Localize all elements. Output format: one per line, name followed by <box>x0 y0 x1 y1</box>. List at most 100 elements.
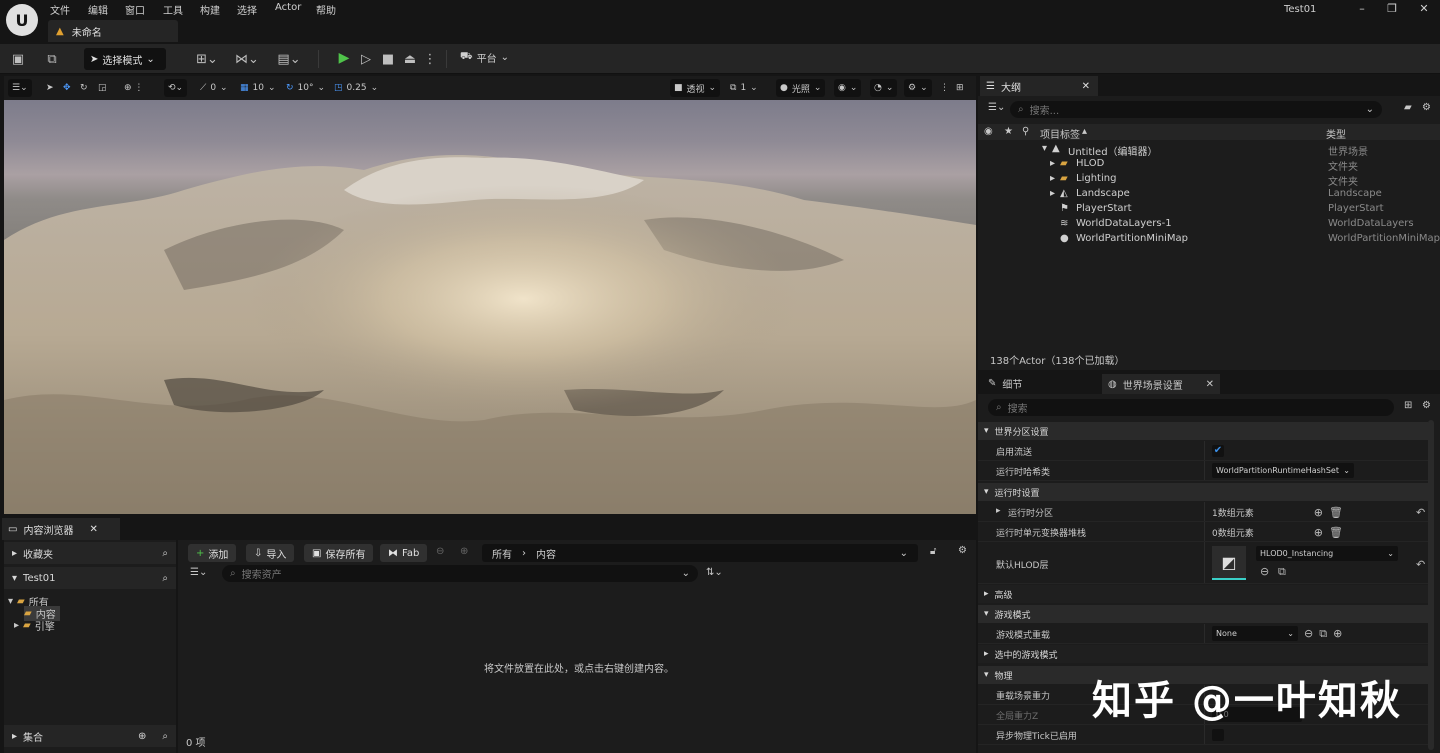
add-element-icon[interactable]: ⊕ <box>1314 526 1323 539</box>
add-element-icon[interactable]: ⊕ <box>1314 506 1323 519</box>
add-collection-icon[interactable]: ⊕ <box>138 731 146 742</box>
details-search-input[interactable]: ⌕ 搜索 <box>988 399 1394 416</box>
col-label-header[interactable]: 项目标签 <box>1040 126 1080 141</box>
pin-icon[interactable]: ⚲ <box>1022 126 1029 137</box>
category-runtime[interactable]: ▾ 运行时设置 <box>978 483 1428 501</box>
grid-snap-button[interactable]: ▦ 10 ⌄ <box>236 79 280 97</box>
filter-icon[interactable]: ☰⌄ <box>988 102 1005 113</box>
tree-item-engine[interactable]: ▸ ▰ 引擎 <box>14 618 55 633</box>
rotation-snap-button[interactable]: ⟋ 0 ⌄ <box>196 79 232 97</box>
outliner-row[interactable]: ▸ ◭ Landscape Landscape <box>978 188 1440 203</box>
category-advanced[interactable]: ▸ 高级 <box>978 585 1428 603</box>
play-options-icon[interactable]: ⋮ <box>420 50 440 68</box>
select-tool-icon[interactable]: ➤ <box>42 79 58 97</box>
platform-button[interactable]: ⛟ 平台 ⌄ <box>460 50 509 65</box>
add-element-icon[interactable]: ⊕ <box>1333 627 1342 640</box>
view-mode-button[interactable]: ■ 透视 ⌄ <box>670 79 721 97</box>
blueprint-icon[interactable]: ⋈⌄ <box>232 50 262 68</box>
rotate-tool-icon[interactable]: ↻ <box>76 79 92 97</box>
runtime-hash-select[interactable]: WorldPartitionRuntimeHashSet ⌄ <box>1212 463 1354 478</box>
close-icon[interactable]: ✕ <box>1414 2 1434 15</box>
close-tab-icon[interactable]: ✕ <box>1082 81 1090 92</box>
advance-frame-icon[interactable]: ▷ <box>356 50 376 68</box>
chevron-down-icon[interactable]: ⌄ <box>1366 104 1374 115</box>
layout-icon[interactable]: ⊞ <box>952 79 968 97</box>
add-actor-icon[interactable]: ⊞⌄ <box>192 50 222 68</box>
menu-actor[interactable]: Actor <box>275 2 301 16</box>
play-icon[interactable]: ▶ <box>334 50 354 68</box>
chevron-right-icon[interactable]: ▸ <box>996 506 1001 516</box>
enable-streaming-checkbox[interactable]: ✔ <box>1212 445 1224 457</box>
close-tab-icon[interactable]: ✕ <box>89 524 97 535</box>
back-icon[interactable]: ⊖ <box>436 546 444 557</box>
outliner-row[interactable]: ▸ ▰ Lighting 文件夹 <box>978 173 1440 188</box>
browse-icon[interactable]: ⧉ <box>1319 627 1327 641</box>
use-selected-icon[interactable]: ⊖ <box>1260 565 1269 578</box>
viewport-more-icon[interactable]: ⋮ <box>936 79 953 97</box>
camera-speed-button[interactable]: ⧉ 1 ⌄ <box>726 79 762 97</box>
col-type-header[interactable]: 类型 <box>1326 126 1346 141</box>
visibility-icon[interactable]: ◉ <box>984 126 993 137</box>
favorites-section[interactable]: ▸ 收藏夹 ⌕ <box>4 542 176 564</box>
menu-edit[interactable]: 编辑 <box>88 2 108 17</box>
outliner-row[interactable]: ▸ ▰ HLOD 文件夹 <box>978 158 1440 173</box>
menu-file[interactable]: 文件 <box>50 2 70 17</box>
reset-icon[interactable]: ↶ <box>1416 506 1425 519</box>
browse-icon[interactable]: ⧉ <box>1278 565 1286 579</box>
scale-tool-icon[interactable]: ◲ <box>94 79 111 97</box>
search-icon[interactable]: ⌕ <box>162 573 168 584</box>
details-scrollbar[interactable] <box>1428 420 1434 750</box>
stop-icon[interactable]: ■ <box>378 50 398 68</box>
lock-icon[interactable]: 🔓︎ <box>930 546 936 557</box>
outliner-row[interactable]: ⚑ PlayerStart PlayerStart <box>978 203 1440 218</box>
level-tab[interactable]: ▲ 未命名 <box>48 20 178 42</box>
level-viewport[interactable]: Z X <box>4 100 976 514</box>
async-physics-checkbox[interactable] <box>1212 729 1224 741</box>
gear-icon[interactable]: ⚙ <box>1422 400 1431 411</box>
save-icon[interactable]: ▣ <box>8 50 28 68</box>
game-mode-select[interactable]: None ⌄ <box>1212 626 1298 641</box>
tab-details[interactable]: ✎ 细节 <box>982 374 1028 392</box>
outliner-row[interactable]: ● WorldPartitionMiniMap WorldPartitionMi… <box>978 233 1440 248</box>
minimize-icon[interactable]: – <box>1352 2 1372 15</box>
browse-icon[interactable]: ⧉ <box>42 50 62 68</box>
lighting-mode-button[interactable]: ● 光照 ⌄ <box>776 79 826 97</box>
outliner-row[interactable]: ≋ WorldDataLayers-1 WorldDataLayers <box>978 218 1440 233</box>
angle-snap-button[interactable]: ↻ 10° ⌄ <box>282 79 329 97</box>
project-section[interactable]: ▾ Test01 ⌕ <box>4 567 176 589</box>
category-selected-game-mode[interactable]: ▸ 选中的游戏模式 <box>978 645 1428 663</box>
category-world-partition[interactable]: ▾ 世界分区设置 <box>978 422 1428 440</box>
cinematics-icon[interactable]: ▤⌄ <box>274 50 304 68</box>
filter-icon[interactable]: ☰⌄ <box>190 567 207 578</box>
performance-button[interactable]: ◔ ⌄ <box>870 79 898 97</box>
trash-icon[interactable]: 🗑︎ <box>1329 506 1343 519</box>
menu-tools[interactable]: 工具 <box>163 2 183 17</box>
sort-icon[interactable]: ⇅⌄ <box>706 567 723 578</box>
menu-help[interactable]: 帮助 <box>316 2 336 17</box>
scale-snap-button[interactable]: ◳ 0.25 ⌄ <box>330 79 382 97</box>
fab-button[interactable]: ⧓ Fab <box>380 544 428 562</box>
asset-search-input[interactable]: ⌕ 搜索资产 ⌄ <box>222 565 698 582</box>
trash-icon[interactable]: 🗑︎ <box>1329 526 1343 539</box>
move-tool-icon[interactable]: ✥ <box>59 79 75 97</box>
new-folder-icon[interactable]: ▰ <box>1404 102 1412 113</box>
search-icon[interactable]: ⌕ <box>162 548 168 559</box>
viewport-options-button[interactable]: ☰⌄ <box>8 79 32 97</box>
settings-button[interactable]: ⚙ ⌄ <box>904 79 932 97</box>
tab-world-settings[interactable]: ◍ 世界场景设置 ✕ <box>1102 374 1220 394</box>
world-local-icon[interactable]: ⊕ ⋮ <box>120 79 147 97</box>
chevron-down-icon[interactable]: ⌄ <box>900 548 908 559</box>
close-tab-icon[interactable]: ✕ <box>1206 379 1214 390</box>
use-selected-icon[interactable]: ⊖ <box>1304 627 1313 640</box>
surface-snap-button[interactable]: ⟲⌄ <box>164 79 188 97</box>
gear-icon[interactable]: ⚙ <box>1422 102 1431 113</box>
maximize-icon[interactable]: ❐ <box>1382 2 1402 15</box>
gear-icon[interactable]: ⚙ <box>958 545 967 556</box>
path-root[interactable]: 所有 <box>492 546 512 561</box>
add-button[interactable]: + 添加 <box>188 544 237 562</box>
mode-select-button[interactable]: ➤ 选择模式 ⌄ <box>84 48 166 70</box>
reset-icon[interactable]: ↶ <box>1416 558 1425 571</box>
path-sub[interactable]: 内容 <box>536 546 556 561</box>
category-game-mode[interactable]: ▾ 游戏模式 <box>978 605 1428 623</box>
save-all-button[interactable]: ▣ 保存所有 <box>304 544 374 562</box>
